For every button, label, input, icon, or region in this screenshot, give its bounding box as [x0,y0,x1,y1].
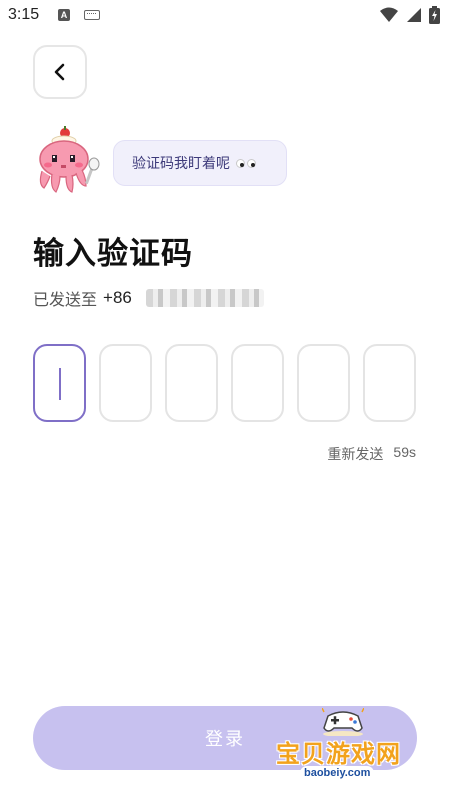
resend-countdown: 59s [393,444,416,460]
code-input-1[interactable] [33,344,86,422]
site-watermark: 宝贝游戏网 baobeiy.com [270,700,430,796]
verification-code-inputs[interactable] [33,344,416,422]
phone-number-masked [145,289,264,307]
gamepad-icon [322,708,364,736]
eyes-icon [236,158,256,168]
text-a-icon: A [58,9,70,21]
text-cursor [59,368,61,400]
page-title: 输入验证码 [33,236,193,272]
status-icons [380,6,440,24]
status-bar: 3:15 A [0,0,450,30]
code-input-4[interactable] [231,344,284,422]
keyboard-icon [84,10,100,20]
wifi-icon [380,7,398,22]
code-input-6[interactable] [363,344,416,422]
code-input-2[interactable] [99,344,152,422]
sent-label: 已发送至 [33,290,98,309]
login-label: 登录 [205,729,245,750]
resend-label: 重新发送 [327,447,384,463]
code-input-5[interactable] [297,344,350,422]
battery-charging-icon [429,6,440,24]
country-code: +86 [103,288,132,307]
signal-icon [407,8,421,22]
octopus-mascot-icon [39,126,100,193]
chevron-left-icon [54,63,65,81]
watermark-text: 宝贝游戏网 [276,740,401,768]
sent-to-row: 已发送至 +86 [33,286,264,310]
watermark-url: baobeiy.com [300,766,375,780]
code-input-3[interactable] [165,344,218,422]
resend-button[interactable]: 重新发送 59s [327,444,416,464]
bubble-text: 验证码我盯着呢 [132,156,230,172]
speech-bubble: 验证码我盯着呢 [113,140,287,186]
back-button[interactable] [33,45,87,99]
status-time: 3:15 [8,6,40,23]
